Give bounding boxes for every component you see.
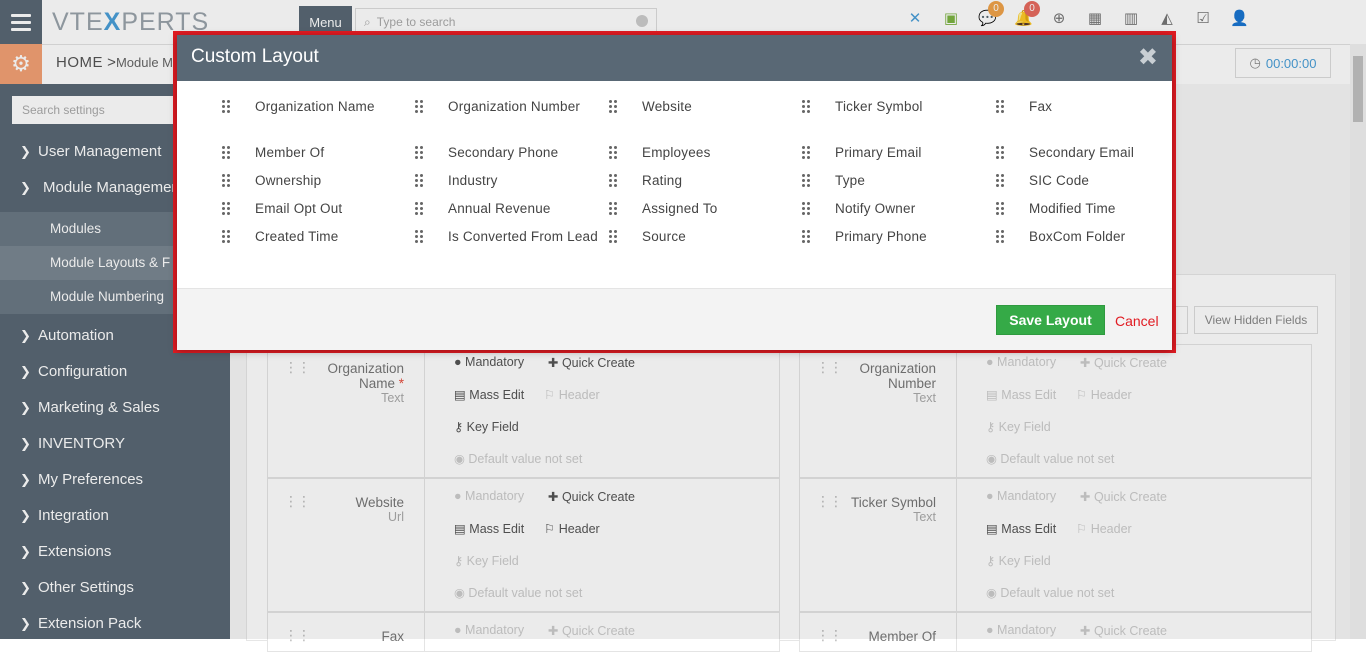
- modal-header: Custom Layout ✖: [177, 35, 1172, 81]
- drag-handle-icon[interactable]: [415, 202, 425, 216]
- drag-handle-icon[interactable]: [996, 230, 1006, 244]
- custom-layout-modal: Custom Layout ✖ Organization Name Organiz…: [177, 35, 1172, 350]
- field-grid: Organization Name Organization Number Webs…: [177, 81, 1172, 288]
- cancel-link[interactable]: Cancel: [1115, 313, 1159, 329]
- drag-handle-icon[interactable]: [222, 202, 232, 216]
- modal-footer: Save Layout Cancel: [177, 288, 1172, 350]
- drag-handle-icon[interactable]: [996, 100, 1006, 114]
- drag-handle-icon[interactable]: [222, 174, 232, 188]
- drag-handle-icon[interactable]: [222, 230, 232, 244]
- save-layout-button[interactable]: Save Layout: [996, 305, 1105, 335]
- drag-handle-icon[interactable]: [609, 100, 619, 114]
- drag-handle-icon[interactable]: [996, 146, 1006, 160]
- field-label: Annual Revenue: [448, 201, 551, 216]
- close-icon[interactable]: ✖: [1138, 43, 1158, 72]
- field-label: Ticker Symbol: [835, 99, 923, 114]
- field-label: Fax: [1029, 99, 1053, 114]
- drag-handle-icon[interactable]: [609, 146, 619, 160]
- field-label: BoxCom Folder: [1029, 229, 1126, 244]
- drag-handle-icon[interactable]: [609, 202, 619, 216]
- field-label: Organization Name: [255, 99, 375, 114]
- drag-handle-icon[interactable]: [415, 146, 425, 160]
- drag-handle-icon[interactable]: [609, 230, 619, 244]
- field-label: Modified Time: [1029, 201, 1116, 216]
- field-label: Type: [835, 173, 866, 188]
- field-label: Notify Owner: [835, 201, 916, 216]
- field-label: Email Opt Out: [255, 201, 343, 216]
- drag-handle-icon[interactable]: [996, 174, 1006, 188]
- drag-handle-icon[interactable]: [802, 174, 812, 188]
- field-label: Employees: [642, 145, 711, 160]
- drag-handle-icon[interactable]: [415, 100, 425, 114]
- drag-handle-icon[interactable]: [222, 146, 232, 160]
- drag-handle-icon[interactable]: [802, 146, 812, 160]
- field-label: Secondary Email: [1029, 145, 1135, 160]
- drag-handle-icon[interactable]: [802, 100, 812, 114]
- drag-handle-icon[interactable]: [802, 202, 812, 216]
- drag-handle-icon[interactable]: [609, 174, 619, 188]
- field-label: Member Of: [255, 145, 325, 160]
- field-label: Organization Number: [448, 99, 581, 114]
- drag-handle-icon[interactable]: [415, 174, 425, 188]
- field-label: Primary Email: [835, 145, 922, 160]
- field-label: Secondary Phone: [448, 145, 559, 160]
- modal-title: Custom Layout: [191, 46, 319, 67]
- drag-handle-icon[interactable]: [802, 230, 812, 244]
- field-label: Ownership: [255, 173, 322, 188]
- field-label: SIC Code: [1029, 173, 1090, 188]
- field-label: Primary Phone: [835, 229, 927, 244]
- field-label: Source: [642, 229, 686, 244]
- field-label: Assigned To: [642, 201, 718, 216]
- drag-handle-icon[interactable]: [996, 202, 1006, 216]
- drag-handle-icon[interactable]: [415, 230, 425, 244]
- drag-handle-icon[interactable]: [222, 100, 232, 114]
- field-label: Website: [642, 99, 692, 114]
- field-label: Rating: [642, 173, 683, 188]
- field-label: Created Time: [255, 229, 339, 244]
- field-label: Industry: [448, 173, 498, 188]
- field-label: Is Converted From Lead: [448, 229, 598, 244]
